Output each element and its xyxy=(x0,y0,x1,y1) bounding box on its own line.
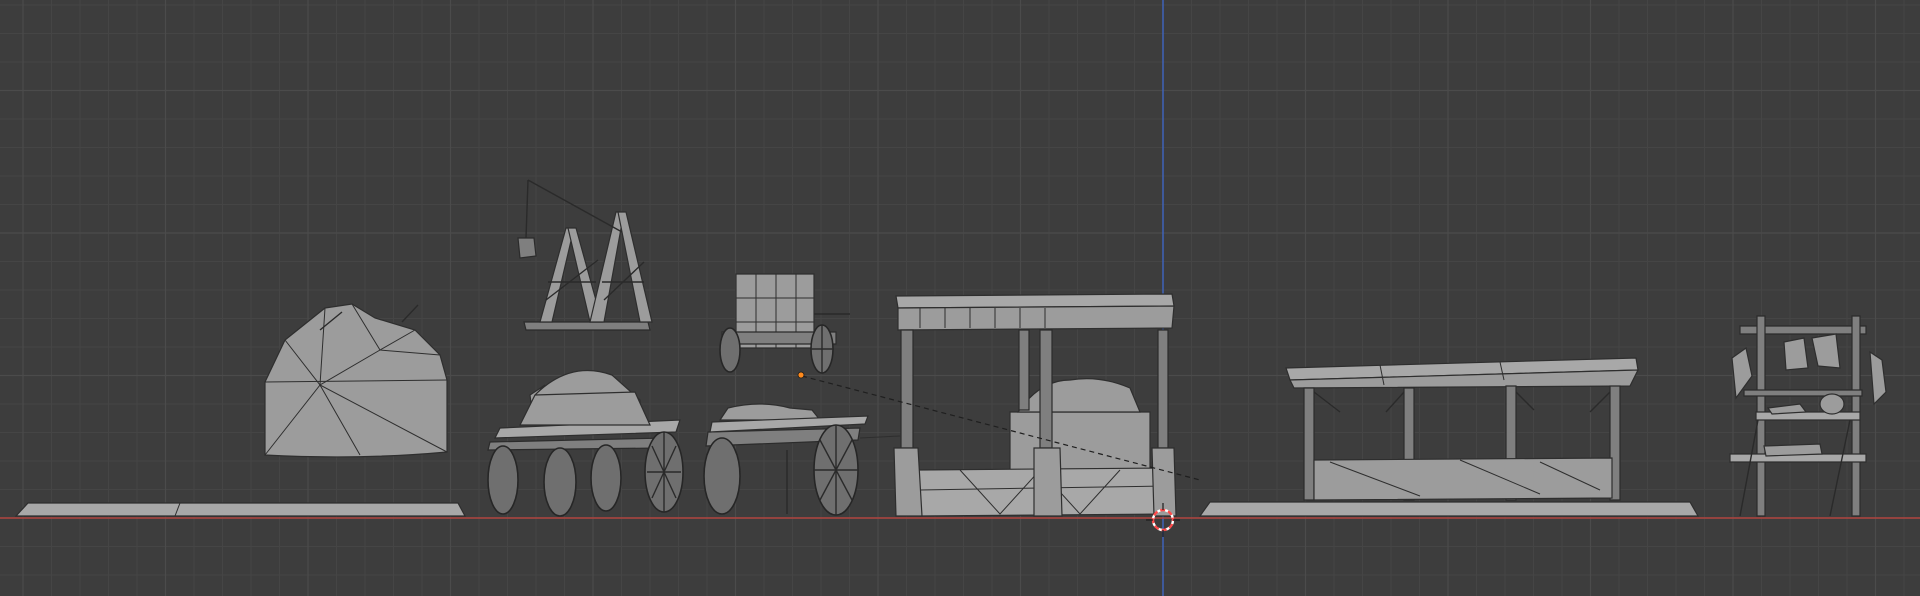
ground-plate-right[interactable] xyxy=(1198,501,1700,517)
ground-plate-left[interactable] xyxy=(14,502,467,517)
object-origin-icon[interactable] xyxy=(797,371,805,379)
3d-viewport[interactable] xyxy=(0,0,1920,596)
